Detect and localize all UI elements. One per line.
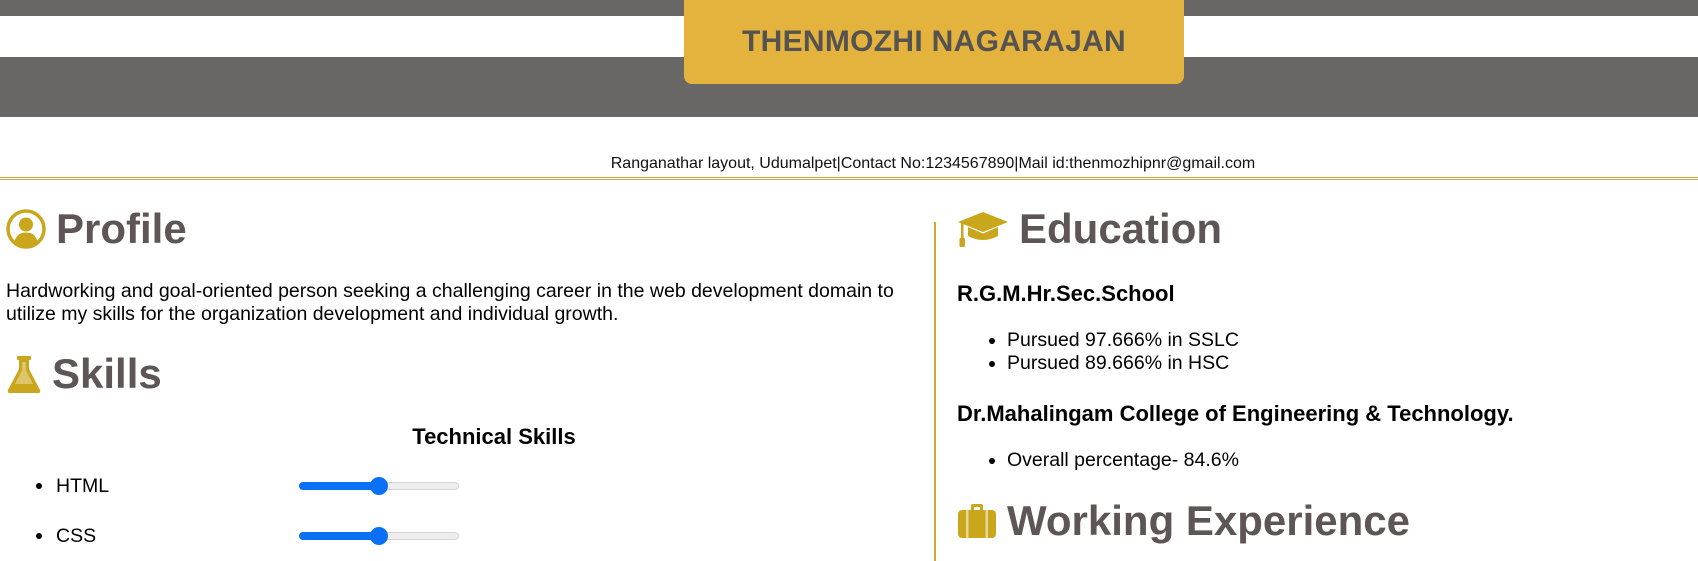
skills-title: Skills — [52, 350, 162, 397]
school-name: R.G.M.Hr.Sec.School — [957, 281, 1175, 306]
skills-subtitle: Technical Skills — [412, 424, 576, 449]
education-heading: Education — [957, 205, 1222, 253]
name-banner: THENMOZHI NAGARAJAN — [684, 0, 1184, 84]
skill-slider-html[interactable] — [299, 476, 459, 496]
profile-summary: Hardworking and goal-oriented person see… — [6, 280, 894, 325]
briefcase-icon — [957, 503, 997, 539]
skill-item: HTML — [36, 474, 459, 498]
slider-thumb[interactable] — [370, 477, 388, 495]
experience-heading: Working Experience — [957, 497, 1410, 545]
user-circle-icon — [6, 209, 46, 249]
school-points: Pursued 97.666% in SSLC Pursued 89.666% … — [957, 329, 1239, 375]
slider-thumb[interactable] — [370, 527, 388, 545]
contact-line: Ranganathar layout, Udumalpet|Contact No… — [610, 155, 1256, 172]
slider-fill — [299, 482, 379, 490]
list-item: Overall percentage- 84.6% — [1007, 449, 1239, 472]
header-divider-secondary — [0, 179, 1698, 180]
college-name: Dr.Mahalingam College of Engineering & T… — [957, 401, 1514, 426]
profile-title: Profile — [56, 205, 187, 252]
graduation-cap-icon — [957, 209, 1009, 249]
resume-name: THENMOZHI NAGARAJAN — [741, 25, 1127, 58]
college-points: Overall percentage- 84.6% — [957, 449, 1239, 472]
experience-title: Working Experience — [1007, 497, 1411, 544]
header-divider — [0, 177, 1698, 178]
list-item: Pursued 89.666% in HSC — [1007, 352, 1239, 375]
skills-heading: Skills — [6, 350, 162, 398]
skill-item: CSS — [36, 524, 459, 548]
slider-fill — [299, 532, 379, 540]
list-item: Pursued 97.666% in SSLC — [1007, 329, 1239, 352]
column-divider — [934, 222, 936, 561]
bullet — [36, 483, 42, 489]
profile-heading: Profile — [6, 205, 187, 253]
bullet — [36, 533, 42, 539]
skill-label: HTML — [56, 474, 110, 497]
flask-icon — [6, 354, 42, 394]
skill-label: CSS — [56, 524, 97, 547]
education-title: Education — [1019, 205, 1223, 252]
skill-slider-css[interactable] — [299, 526, 459, 546]
